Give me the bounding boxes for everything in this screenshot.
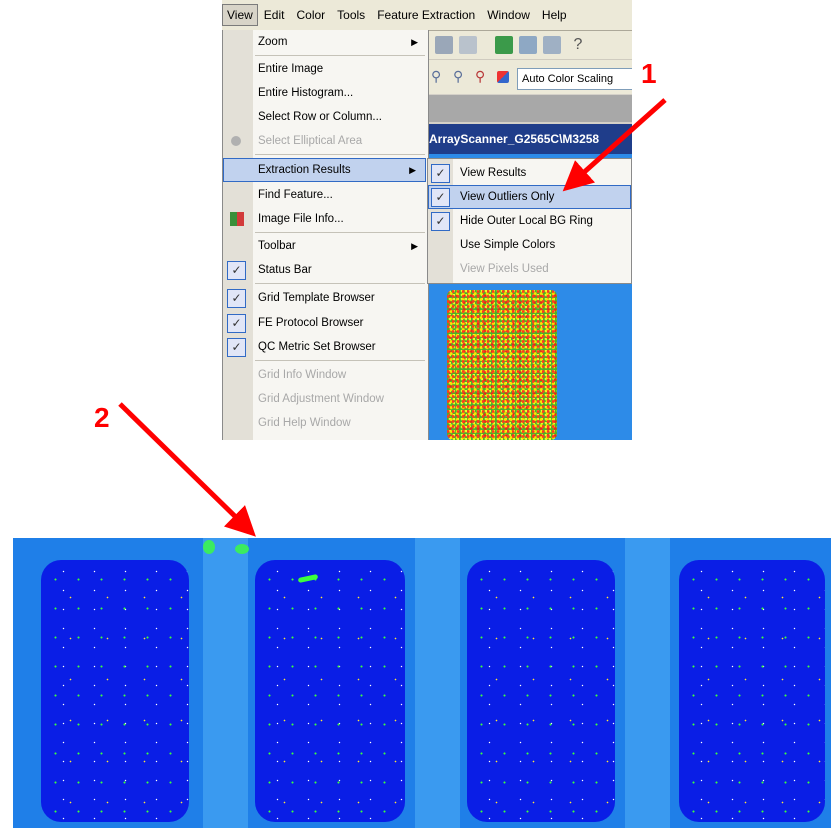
menu-item-extraction-results[interactable]: Extraction Results ▶	[223, 158, 426, 182]
annotation-label-2: 2	[94, 402, 110, 433]
toolbar-table-icon[interactable]	[543, 36, 561, 54]
menu-item-image-file-info[interactable]: Image File Info...	[223, 207, 428, 231]
outlier-cluster	[203, 540, 215, 554]
microarray-scan-image	[13, 538, 831, 828]
menu-item-label: Entire Histogram...	[258, 87, 354, 99]
menu-item-entire-image[interactable]: Entire Image	[223, 57, 428, 81]
menu-item-grid-adjustment-window: Grid Adjustment Window	[223, 387, 428, 411]
array-block	[467, 560, 615, 822]
submenu-item-label: Use Simple Colors	[460, 239, 556, 251]
menu-item-label: Grid Help Window	[258, 417, 351, 429]
checkmark-icon: ✓	[431, 188, 450, 207]
menu-separator	[255, 154, 425, 155]
menu-item-fe-protocol-browser[interactable]: ✓ FE Protocol Browser	[223, 311, 428, 335]
menu-item-status-bar[interactable]: ✓ Status Bar	[223, 258, 428, 282]
menu-item-label: FE Protocol Browser	[258, 317, 364, 329]
application-window: View Edit Color Tools Feature Extraction…	[222, 0, 632, 440]
checkmark-icon: ✓	[227, 289, 246, 308]
submenu-arrow-icon: ▶	[409, 165, 416, 175]
menu-item-label: Image File Info...	[258, 213, 344, 225]
menu-window[interactable]: Window	[481, 5, 536, 25]
menu-tools[interactable]: Tools	[331, 5, 371, 25]
menu-item-grid-info-window: Grid Info Window	[223, 363, 428, 387]
menu-separator	[255, 232, 425, 233]
array-block	[679, 560, 825, 822]
submenu-arrow-icon: ▶	[411, 37, 418, 47]
checkmark-icon: ✓	[431, 212, 450, 231]
submenu-item-label: View Results	[460, 167, 527, 179]
submenu-item-label: View Pixels Used	[460, 263, 549, 275]
menu-separator	[255, 283, 425, 284]
zoom-out-icon[interactable]: ⚲	[453, 68, 471, 86]
menu-help[interactable]: Help	[536, 5, 573, 25]
submenu-item-view-outliers-only[interactable]: ✓ View Outliers Only	[428, 185, 631, 209]
auto-color-scaling-select[interactable]: Auto Color Scaling	[517, 68, 632, 90]
submenu-item-use-simple-colors[interactable]: Use Simple Colors	[428, 233, 631, 257]
menu-item-qc-metric-set-browser[interactable]: ✓ QC Metric Set Browser	[223, 335, 428, 359]
toolbar-image-icon[interactable]	[435, 36, 453, 54]
submenu-item-view-results[interactable]: ✓ View Results	[428, 161, 631, 185]
zoom-in-icon[interactable]: ⚲	[431, 68, 449, 86]
menu-color[interactable]: Color	[290, 5, 331, 25]
menu-item-label: Select Elliptical Area	[258, 135, 363, 147]
toolbar-feature-icon[interactable]	[519, 36, 537, 54]
menu-edit[interactable]: Edit	[258, 5, 291, 25]
submenu-item-label: View Outliers Only	[460, 191, 555, 203]
menu-item-label: Extraction Results	[258, 164, 351, 176]
document-tab-strip	[427, 95, 632, 122]
menu-view[interactable]: View	[222, 4, 258, 26]
annotation-label-1: 1	[641, 58, 657, 89]
toolbar-zoom: ⚲ ⚲ ⚲ Auto Color Scaling	[427, 60, 632, 94]
checkmark-icon: ✓	[227, 314, 246, 333]
menu-item-entire-histogram[interactable]: Entire Histogram...	[223, 81, 428, 105]
toolbar-top: ?	[427, 31, 632, 60]
extraction-results-submenu: ✓ View Results ✓ View Outliers Only ✓ Hi…	[427, 158, 632, 284]
menu-item-label: Grid Adjustment Window	[258, 393, 384, 405]
image-file-info-icon	[230, 212, 244, 226]
toolbar-export-icon[interactable]	[459, 36, 477, 54]
checkmark-icon: ✓	[227, 338, 246, 357]
array-block	[255, 560, 405, 822]
document-title: ArrayScanner_G2565C\M3258	[427, 124, 632, 154]
help-icon[interactable]: ?	[569, 36, 587, 54]
color-palette-icon[interactable]	[497, 71, 509, 83]
menu-feature-extraction[interactable]: Feature Extraction	[371, 5, 481, 25]
toolbar-grid-icon[interactable]	[495, 36, 513, 54]
menu-item-toolbar[interactable]: Toolbar ▶	[223, 234, 428, 258]
submenu-item-view-pixels-used: View Pixels Used	[428, 257, 631, 281]
view-menu: Zoom ▶ Entire Image Entire Histogram... …	[222, 30, 429, 440]
submenu-item-label: Hide Outer Local BG Ring	[460, 215, 593, 227]
menu-item-zoom[interactable]: Zoom ▶	[223, 30, 428, 54]
submenu-item-hide-outer-local-bg-ring[interactable]: ✓ Hide Outer Local BG Ring	[428, 209, 631, 233]
scan-channel	[625, 538, 670, 828]
menu-separator	[255, 360, 425, 361]
menu-item-label: Grid Template Browser	[258, 292, 375, 304]
menu-separator	[255, 55, 425, 56]
menu-item-label: Entire Image	[258, 63, 324, 75]
ellipse-icon	[231, 136, 241, 146]
menu-item-grid-help-window: Grid Help Window	[223, 411, 428, 435]
menu-item-select-row-column[interactable]: Select Row or Column...	[223, 105, 428, 129]
menu-item-select-elliptical-area: Select Elliptical Area	[223, 129, 428, 153]
menu-item-grid-template-browser[interactable]: ✓ Grid Template Browser	[223, 286, 428, 310]
menu-item-label: Zoom	[258, 36, 288, 48]
scan-channel	[415, 538, 460, 828]
array-block	[41, 560, 189, 822]
checkmark-icon: ✓	[227, 261, 246, 280]
menu-item-label: Toolbar	[258, 240, 296, 252]
menu-item-label: QC Metric Set Browser	[258, 341, 376, 353]
zoom-fit-icon[interactable]: ⚲	[475, 68, 493, 86]
array-image-preview	[447, 290, 557, 440]
outlier-cluster	[235, 544, 249, 554]
menu-item-label: Grid Info Window	[258, 369, 347, 381]
scan-channel	[203, 538, 248, 828]
menu-item-label: Status Bar	[258, 264, 312, 276]
submenu-arrow-icon: ▶	[411, 241, 418, 251]
menu-item-label: Select Row or Column...	[258, 111, 382, 123]
menu-item-label: Find Feature...	[258, 189, 333, 201]
checkmark-icon: ✓	[431, 164, 450, 183]
menu-bar: View Edit Color Tools Feature Extraction…	[222, 0, 632, 31]
menu-item-find-feature[interactable]: Find Feature...	[223, 183, 428, 207]
